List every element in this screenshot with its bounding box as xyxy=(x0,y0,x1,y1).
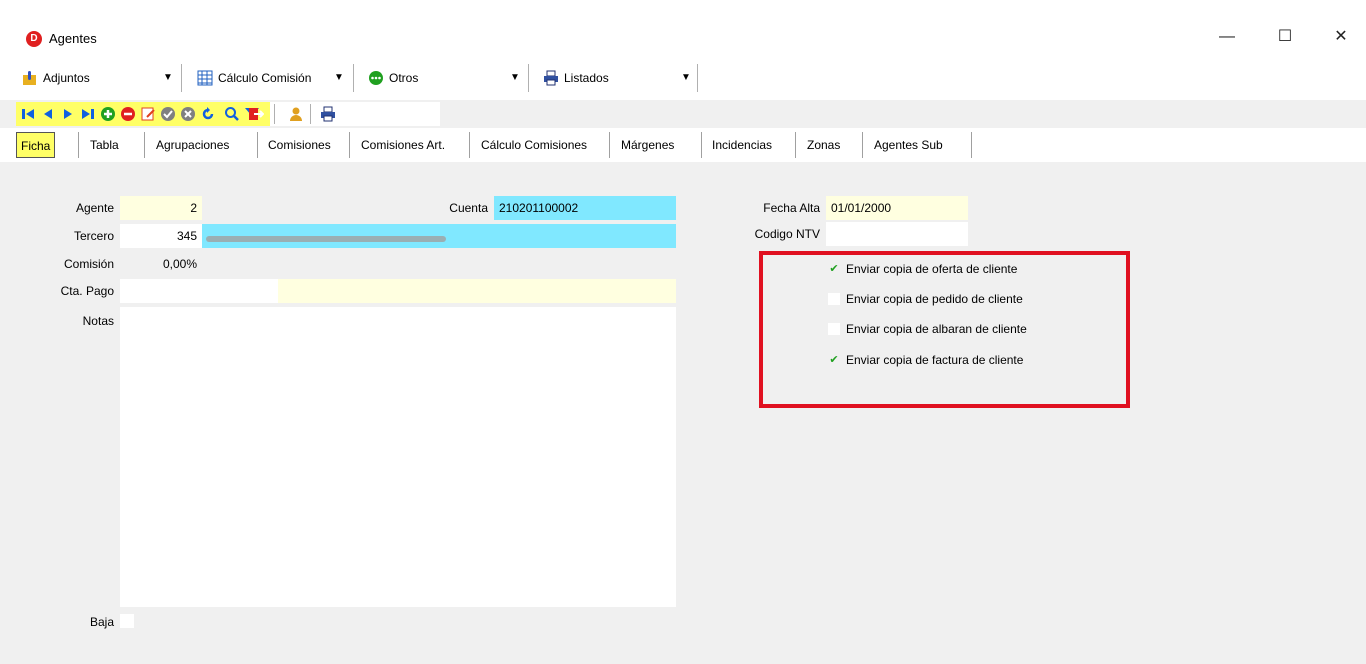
annotation-highlight-box xyxy=(759,251,1130,408)
tab-calculo-comisiones[interactable]: Cálculo Comisiones xyxy=(477,132,591,158)
first-record-icon[interactable] xyxy=(20,106,36,122)
tab-separator xyxy=(78,132,79,158)
cta-pago-description xyxy=(278,279,676,303)
printer-icon xyxy=(543,70,559,86)
adjuntos-dropdown-arrow[interactable]: ▼ xyxy=(163,66,173,90)
tab-bar: Ficha Tabla Agrupaciones Comisiones Comi… xyxy=(0,128,1366,162)
tab-comisiones-art[interactable]: Comisiones Art. xyxy=(357,132,449,158)
notas-label: Notas xyxy=(82,314,114,328)
window-title: Agentes xyxy=(49,31,97,46)
paperclip-icon xyxy=(22,70,38,86)
baja-label: Baja xyxy=(89,615,114,629)
tab-ficha[interactable]: Ficha xyxy=(16,132,56,158)
baja-checkbox[interactable] xyxy=(120,614,134,628)
tercero-field[interactable]: 345 xyxy=(120,224,202,248)
tab-agrupaciones[interactable]: Agrupaciones xyxy=(152,132,233,158)
next-record-icon[interactable] xyxy=(60,106,76,122)
tab-separator xyxy=(144,132,145,158)
user-icon[interactable] xyxy=(288,106,304,122)
calculo-dropdown-arrow[interactable]: ▼ xyxy=(334,66,344,90)
tab-comisiones[interactable]: Comisiones xyxy=(264,132,335,158)
more-icon xyxy=(368,70,384,86)
codigo-ntv-field[interactable] xyxy=(826,222,968,246)
tab-separator xyxy=(469,132,470,158)
comision-field[interactable]: 0,00% xyxy=(120,252,202,276)
calculo-comision-menu[interactable]: Cálculo Comisión xyxy=(197,66,311,90)
tab-separator xyxy=(349,132,350,158)
cta-pago-label: Cta. Pago xyxy=(60,284,114,298)
delete-record-icon[interactable] xyxy=(120,106,136,122)
menu-separator xyxy=(528,64,529,92)
cta-pago-field[interactable] xyxy=(120,279,278,303)
agente-field[interactable]: 2 xyxy=(120,196,202,220)
menu-separator xyxy=(697,64,698,92)
search-icon[interactable] xyxy=(224,106,240,122)
tab-separator xyxy=(971,132,972,158)
menu-separator xyxy=(181,64,182,92)
cuenta-field[interactable]: 210201100002 xyxy=(494,196,676,220)
menu-toolbar: Adjuntos ▼ Cálculo Comisión ▼ Otros ▼ Li… xyxy=(0,56,1366,100)
tab-separator xyxy=(257,132,258,158)
adjuntos-label: Adjuntos xyxy=(43,71,90,85)
tab-tabla[interactable]: Tabla xyxy=(86,132,123,158)
nav-separator xyxy=(274,104,275,124)
window: D Agentes — ☐ ✕ Adjuntos ▼ Cálculo Comis… xyxy=(0,0,1366,664)
record-navigator-extra xyxy=(249,102,440,126)
calculator-icon xyxy=(197,70,213,86)
menu-separator xyxy=(353,64,354,92)
redacted-name xyxy=(206,236,446,242)
fecha-alta-label: Fecha Alta xyxy=(763,201,820,215)
cancel-icon[interactable] xyxy=(180,106,196,122)
agente-label: Agente xyxy=(75,201,114,215)
tab-separator xyxy=(701,132,702,158)
app-icon: D xyxy=(26,31,42,47)
notas-textarea[interactable] xyxy=(120,307,676,607)
listados-dropdown-arrow[interactable]: ▼ xyxy=(681,66,691,90)
codigo-ntv-label: Codigo NTV xyxy=(754,227,820,241)
edit-record-icon[interactable] xyxy=(140,106,156,122)
comision-label: Comisión xyxy=(63,257,114,271)
otros-menu[interactable]: Otros xyxy=(368,66,418,90)
close-button[interactable]: ✕ xyxy=(1318,22,1364,52)
adjuntos-menu[interactable]: Adjuntos xyxy=(22,66,90,90)
fecha-alta-field[interactable]: 01/01/2000 xyxy=(826,196,968,220)
tab-agentes-sub[interactable]: Agentes Sub xyxy=(870,132,947,158)
maximize-button[interactable]: ☐ xyxy=(1262,22,1308,52)
minimize-button[interactable]: — xyxy=(1204,22,1250,52)
tab-separator xyxy=(862,132,863,158)
listados-label: Listados xyxy=(564,71,609,85)
print-icon[interactable] xyxy=(320,106,336,122)
last-record-icon[interactable] xyxy=(80,106,96,122)
otros-label: Otros xyxy=(389,71,419,85)
tab-separator xyxy=(795,132,796,158)
tab-zonas[interactable]: Zonas xyxy=(803,132,844,158)
tab-incidencias[interactable]: Incidencias xyxy=(708,132,776,158)
cuenta-label: Cuenta xyxy=(449,201,488,215)
refresh-icon[interactable] xyxy=(200,106,216,122)
prev-record-icon[interactable] xyxy=(40,106,56,122)
tab-margenes[interactable]: Márgenes xyxy=(617,132,678,158)
exit-icon[interactable] xyxy=(248,106,265,122)
title-bar: D Agentes — ☐ ✕ xyxy=(0,0,1366,56)
record-navigator xyxy=(16,102,270,126)
nav-separator xyxy=(310,104,311,124)
listados-menu[interactable]: Listados xyxy=(543,66,609,90)
calculo-comision-label: Cálculo Comisión xyxy=(218,71,312,85)
tab-separator xyxy=(609,132,610,158)
add-record-icon[interactable] xyxy=(100,106,116,122)
confirm-icon[interactable] xyxy=(160,106,176,122)
tercero-label: Tercero xyxy=(73,229,114,243)
otros-dropdown-arrow[interactable]: ▼ xyxy=(510,66,520,90)
